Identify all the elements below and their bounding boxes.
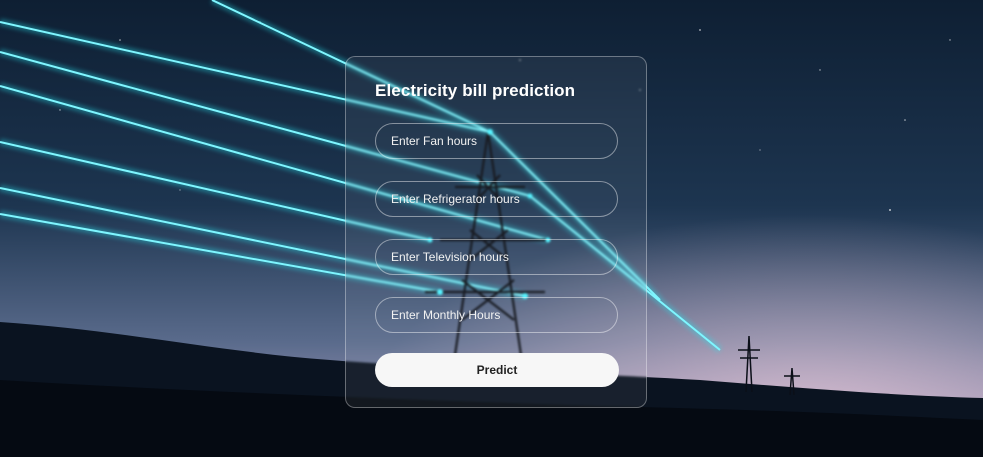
refrigerator-hours-input[interactable] xyxy=(375,181,618,217)
form-title: Electricity bill prediction xyxy=(375,81,576,100)
fan-hours-input[interactable] xyxy=(375,123,618,159)
monthly-hours-input[interactable] xyxy=(375,297,618,333)
prediction-form-card: Electricity bill prediction Predict xyxy=(345,56,647,408)
predict-button[interactable]: Predict xyxy=(375,353,619,387)
television-hours-input[interactable] xyxy=(375,239,618,275)
